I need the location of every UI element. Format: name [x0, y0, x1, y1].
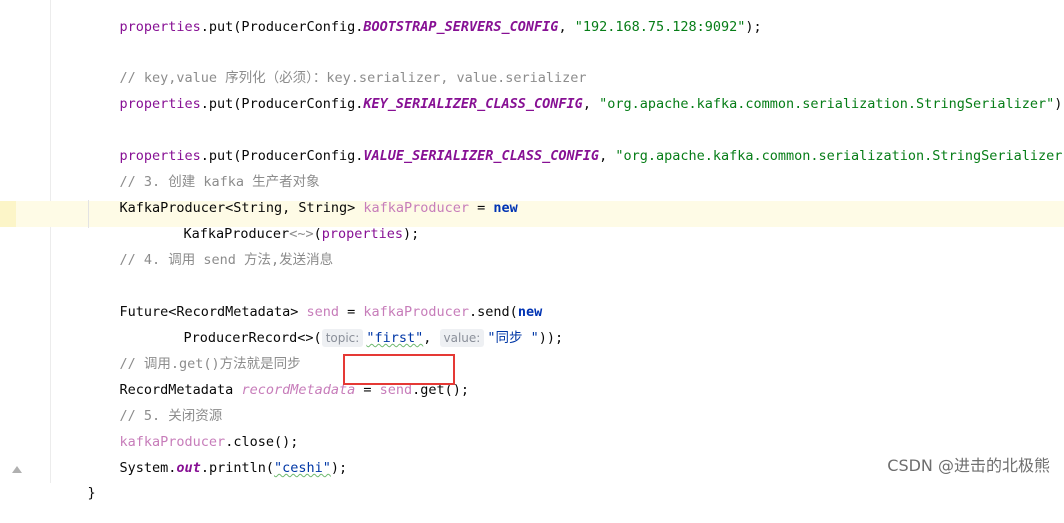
token: .put(ProducerConfig.: [200, 96, 364, 112]
comment: // 4. 调用 send 方法,发送消息: [119, 252, 334, 268]
code-line-10: ProducerRecord<>(topic: "first", value: "同…: [151, 308, 563, 347]
code-line-9: Future<RecordMetadata> send = kafkaProdu…: [87, 282, 543, 320]
token: System.: [119, 460, 177, 476]
string-literal: "ceshi": [273, 460, 331, 476]
token: .put(ProducerConfig.: [200, 19, 364, 35]
code-line-4: properties.put(ProducerConfig.VALUE_SERI…: [87, 126, 1064, 164]
string-literal: "org.apache.kafka.common.serialization.S…: [615, 148, 1064, 164]
token: .println(: [200, 460, 274, 476]
token: );: [745, 19, 762, 35]
token: ,: [423, 330, 440, 346]
code-line-11: // 调用.get()方法就是同步: [87, 334, 301, 372]
string-literal: "192.168.75.128:9092": [574, 19, 746, 35]
token: }: [87, 485, 96, 501]
gutter-divider: [50, 0, 51, 483]
string-literal: "org.apache.kafka.common.serialization.S…: [599, 96, 1055, 112]
token: VALUE_SERIALIZER_CLASS_CONFIG: [363, 148, 600, 164]
token: properties: [119, 96, 201, 112]
token: ,: [582, 96, 600, 112]
string-literal: "first": [366, 330, 424, 346]
token: );: [330, 460, 348, 476]
code-line-8: // 4. 调用 send 方法,发送消息: [87, 230, 334, 268]
code-line-13: // 5. 关闭资源: [87, 386, 223, 424]
code-line-16: }: [55, 463, 96, 501]
token: ,: [599, 148, 616, 164]
token: ,: [558, 19, 575, 35]
code-line-1: properties.put(ProducerConfig.BOOTSTRAP_…: [87, 0, 762, 35]
parameter-hint-topic: topic:: [321, 329, 364, 347]
token: BOOTSTRAP_SERVERS_CONFIG: [363, 19, 559, 35]
token: recordMetadata: [241, 382, 356, 398]
code-line-6: KafkaProducer<String, String> kafkaProdu…: [87, 178, 518, 216]
highlight-box: [343, 354, 455, 385]
code-line-3: properties.put(ProducerConfig.KEY_SERIAL…: [87, 74, 1064, 112]
token: properties: [119, 19, 201, 35]
token: KEY_SERIALIZER_CLASS_CONFIG: [363, 96, 583, 112]
string-literal: "同步 ": [487, 330, 539, 346]
fold-arrow-icon[interactable]: [12, 466, 22, 473]
token: =: [469, 200, 494, 216]
code-line-2: // key,value 序列化（必须）：key.serializer, val…: [87, 48, 587, 86]
token: properties: [321, 226, 403, 242]
code-line-14: kafkaProducer.close();: [87, 412, 299, 450]
current-line-gutter-marker: [0, 201, 16, 227]
code-line-15: System.out.println("ceshi");: [87, 438, 348, 476]
keyword: new: [493, 200, 518, 216]
code-line-5: // 3. 创建 kafka 生产者对象: [87, 152, 320, 190]
token: ));: [538, 330, 564, 346]
token: );: [1054, 96, 1064, 112]
code-line-7: KafkaProducer<~>(properties);: [151, 204, 420, 242]
token: out: [176, 460, 201, 476]
watermark: CSDN @进击的北极熊: [887, 456, 1050, 475]
token: );: [403, 226, 420, 242]
parameter-hint-value: value:: [439, 329, 485, 347]
